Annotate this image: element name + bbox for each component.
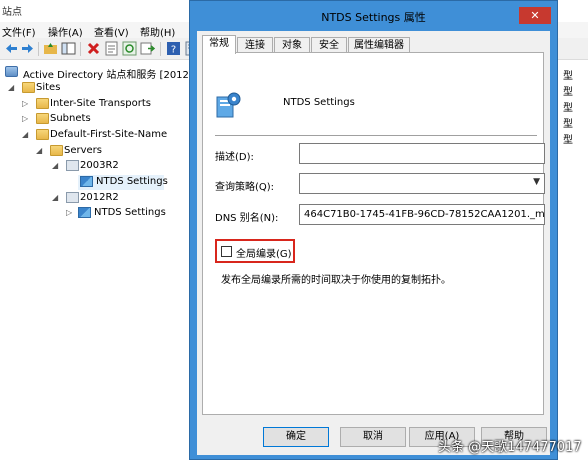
forward-arrow-icon[interactable]	[20, 41, 35, 56]
tree-item-label: Sites	[36, 82, 61, 93]
console-tree: Active Directory 站点和服务 [2012R2.c ◢ Sites…	[0, 61, 211, 460]
site-icon	[36, 129, 49, 140]
column-fragment: 型	[563, 103, 573, 114]
chevron-down-icon: ▼	[533, 177, 540, 187]
properties-icon[interactable]	[104, 41, 119, 56]
collapse-triangle-icon[interactable]: ◢	[8, 83, 14, 92]
column-fragment: 型	[563, 119, 573, 130]
toolbar-separator	[160, 42, 161, 56]
export-icon[interactable]	[140, 41, 155, 56]
folder-icon	[36, 98, 49, 109]
tree-item-label: 2012R2	[80, 192, 119, 203]
tree-item-default-first-site[interactable]: ◢ Default-First-Site-Name	[22, 128, 198, 143]
help-icon[interactable]: ?	[166, 41, 181, 56]
query-policy-label: 查询策略(Q):	[215, 182, 275, 193]
show-tree-icon[interactable]	[61, 41, 76, 56]
collapse-triangle-icon[interactable]: ◢	[22, 130, 28, 139]
tree-item-ad-sites[interactable]: Active Directory 站点和服务 [2012R2.c	[3, 65, 211, 81]
column-fragment: 型	[563, 135, 573, 146]
server-icon	[66, 160, 79, 171]
dns-alias-field[interactable]: 464C71B0-1745-41FB-96CD-78152CAA1201._ms…	[299, 204, 545, 225]
ok-button[interactable]: 确定	[263, 427, 329, 447]
tree-item-ntds-settings-2003r2[interactable]: NTDS Settings	[78, 175, 168, 190]
watermark-text: 头条 @天歌147477017	[438, 440, 582, 455]
column-fragment: 型	[563, 71, 573, 82]
tab-security[interactable]: 安全	[311, 37, 347, 53]
description-label: 描述(D):	[215, 152, 254, 163]
global-catalog-label[interactable]: 全局编录(G)	[236, 245, 292, 260]
divider	[215, 135, 537, 136]
expand-triangle-icon[interactable]: ▷	[66, 208, 72, 217]
tree-item-subnets[interactable]: ▷ Subnets	[22, 112, 198, 127]
details-pane-edge: 型 型 型 型 型	[556, 61, 588, 460]
cancel-button[interactable]: 取消	[340, 427, 406, 447]
tree-item-ntds-settings-2012r2[interactable]: ▷ NTDS Settings	[66, 206, 198, 221]
menu-help[interactable]: 帮助(H)	[140, 24, 175, 39]
up-folder-icon[interactable]	[43, 41, 58, 56]
tree-item-server-2012r2[interactable]: ◢ 2012R2	[52, 191, 198, 206]
tree-item-sites[interactable]: ◢ Sites	[8, 81, 198, 96]
folder-icon	[50, 145, 63, 156]
dns-alias-label: DNS 别名(N):	[215, 213, 279, 224]
replication-note: 发布全局编录所需的时间取决于你使用的复制拓扑。	[221, 275, 451, 286]
ntds-settings-icon	[78, 207, 91, 218]
expand-triangle-icon[interactable]: ▷	[22, 99, 28, 108]
tree-item-label: 2003R2	[80, 160, 119, 171]
query-policy-dropdown[interactable]: ▼	[299, 173, 545, 194]
tree-item-label: Subnets	[50, 113, 91, 124]
dialog-title: NTDS Settings 属性	[321, 11, 426, 24]
tree-item-label: Inter-Site Transports	[50, 98, 151, 109]
toolbar-separator	[38, 42, 39, 56]
refresh-icon[interactable]	[122, 41, 137, 56]
menu-action[interactable]: 操作(A)	[48, 24, 83, 39]
tab-attribute-editor[interactable]: 属性编辑器	[348, 37, 410, 53]
ad-sites-icon	[5, 66, 18, 77]
tree-item-label: Default-First-Site-Name	[50, 129, 168, 140]
tree-item-label: NTDS Settings	[94, 207, 166, 218]
tree-item-label: NTDS Settings	[96, 176, 168, 187]
tab-connections[interactable]: 连接	[237, 37, 273, 53]
tree-item-servers[interactable]: ◢ Servers	[36, 144, 198, 159]
global-catalog-checkbox[interactable]	[221, 246, 232, 257]
tab-object[interactable]: 对象	[274, 37, 310, 53]
svg-text:?: ?	[171, 45, 176, 56]
background-window-title: 站点	[2, 7, 22, 18]
server-icon	[66, 192, 79, 203]
tab-general[interactable]: 常规	[202, 35, 236, 54]
back-arrow-icon[interactable]	[4, 41, 19, 56]
expand-triangle-icon[interactable]: ▷	[22, 114, 28, 123]
menu-view[interactable]: 查看(V)	[94, 24, 129, 39]
properties-dialog: NTDS Settings 属性 ✕ 常规 连接 对象 安全 属性编辑器 NTD…	[189, 0, 558, 460]
tree-item-label: Servers	[64, 145, 103, 156]
folder-icon	[36, 113, 49, 124]
object-name: NTDS Settings	[283, 97, 355, 108]
collapse-triangle-icon[interactable]: ◢	[36, 146, 42, 155]
dialog-body: 常规 连接 对象 安全 属性编辑器 NTDS Settings 描述(D): 查…	[197, 31, 550, 455]
delete-icon[interactable]	[86, 41, 101, 56]
tree-item-inter-site-transports[interactable]: ▷ Inter-Site Transports	[22, 97, 198, 112]
menu-file[interactable]: 文件(F)	[2, 24, 36, 39]
close-button[interactable]: ✕	[519, 7, 551, 24]
ntds-settings-icon	[216, 92, 241, 118]
general-tab-panel: NTDS Settings 描述(D): 查询策略(Q): ▼ DNS 别名(N…	[202, 52, 545, 415]
column-fragment: 型	[563, 87, 573, 98]
tree-item-label: Active Directory 站点和服务 [2012R2.c	[23, 70, 211, 81]
tree-item-server-2003r2[interactable]: ◢ 2003R2	[52, 159, 198, 174]
collapse-triangle-icon[interactable]: ◢	[52, 161, 58, 170]
description-field[interactable]	[299, 143, 545, 164]
ntds-settings-icon	[80, 176, 93, 187]
dialog-title-bar[interactable]: NTDS Settings 属性 ✕	[190, 1, 557, 31]
collapse-triangle-icon[interactable]: ◢	[52, 193, 58, 202]
toolbar-separator	[80, 42, 81, 56]
folder-icon	[22, 82, 35, 93]
